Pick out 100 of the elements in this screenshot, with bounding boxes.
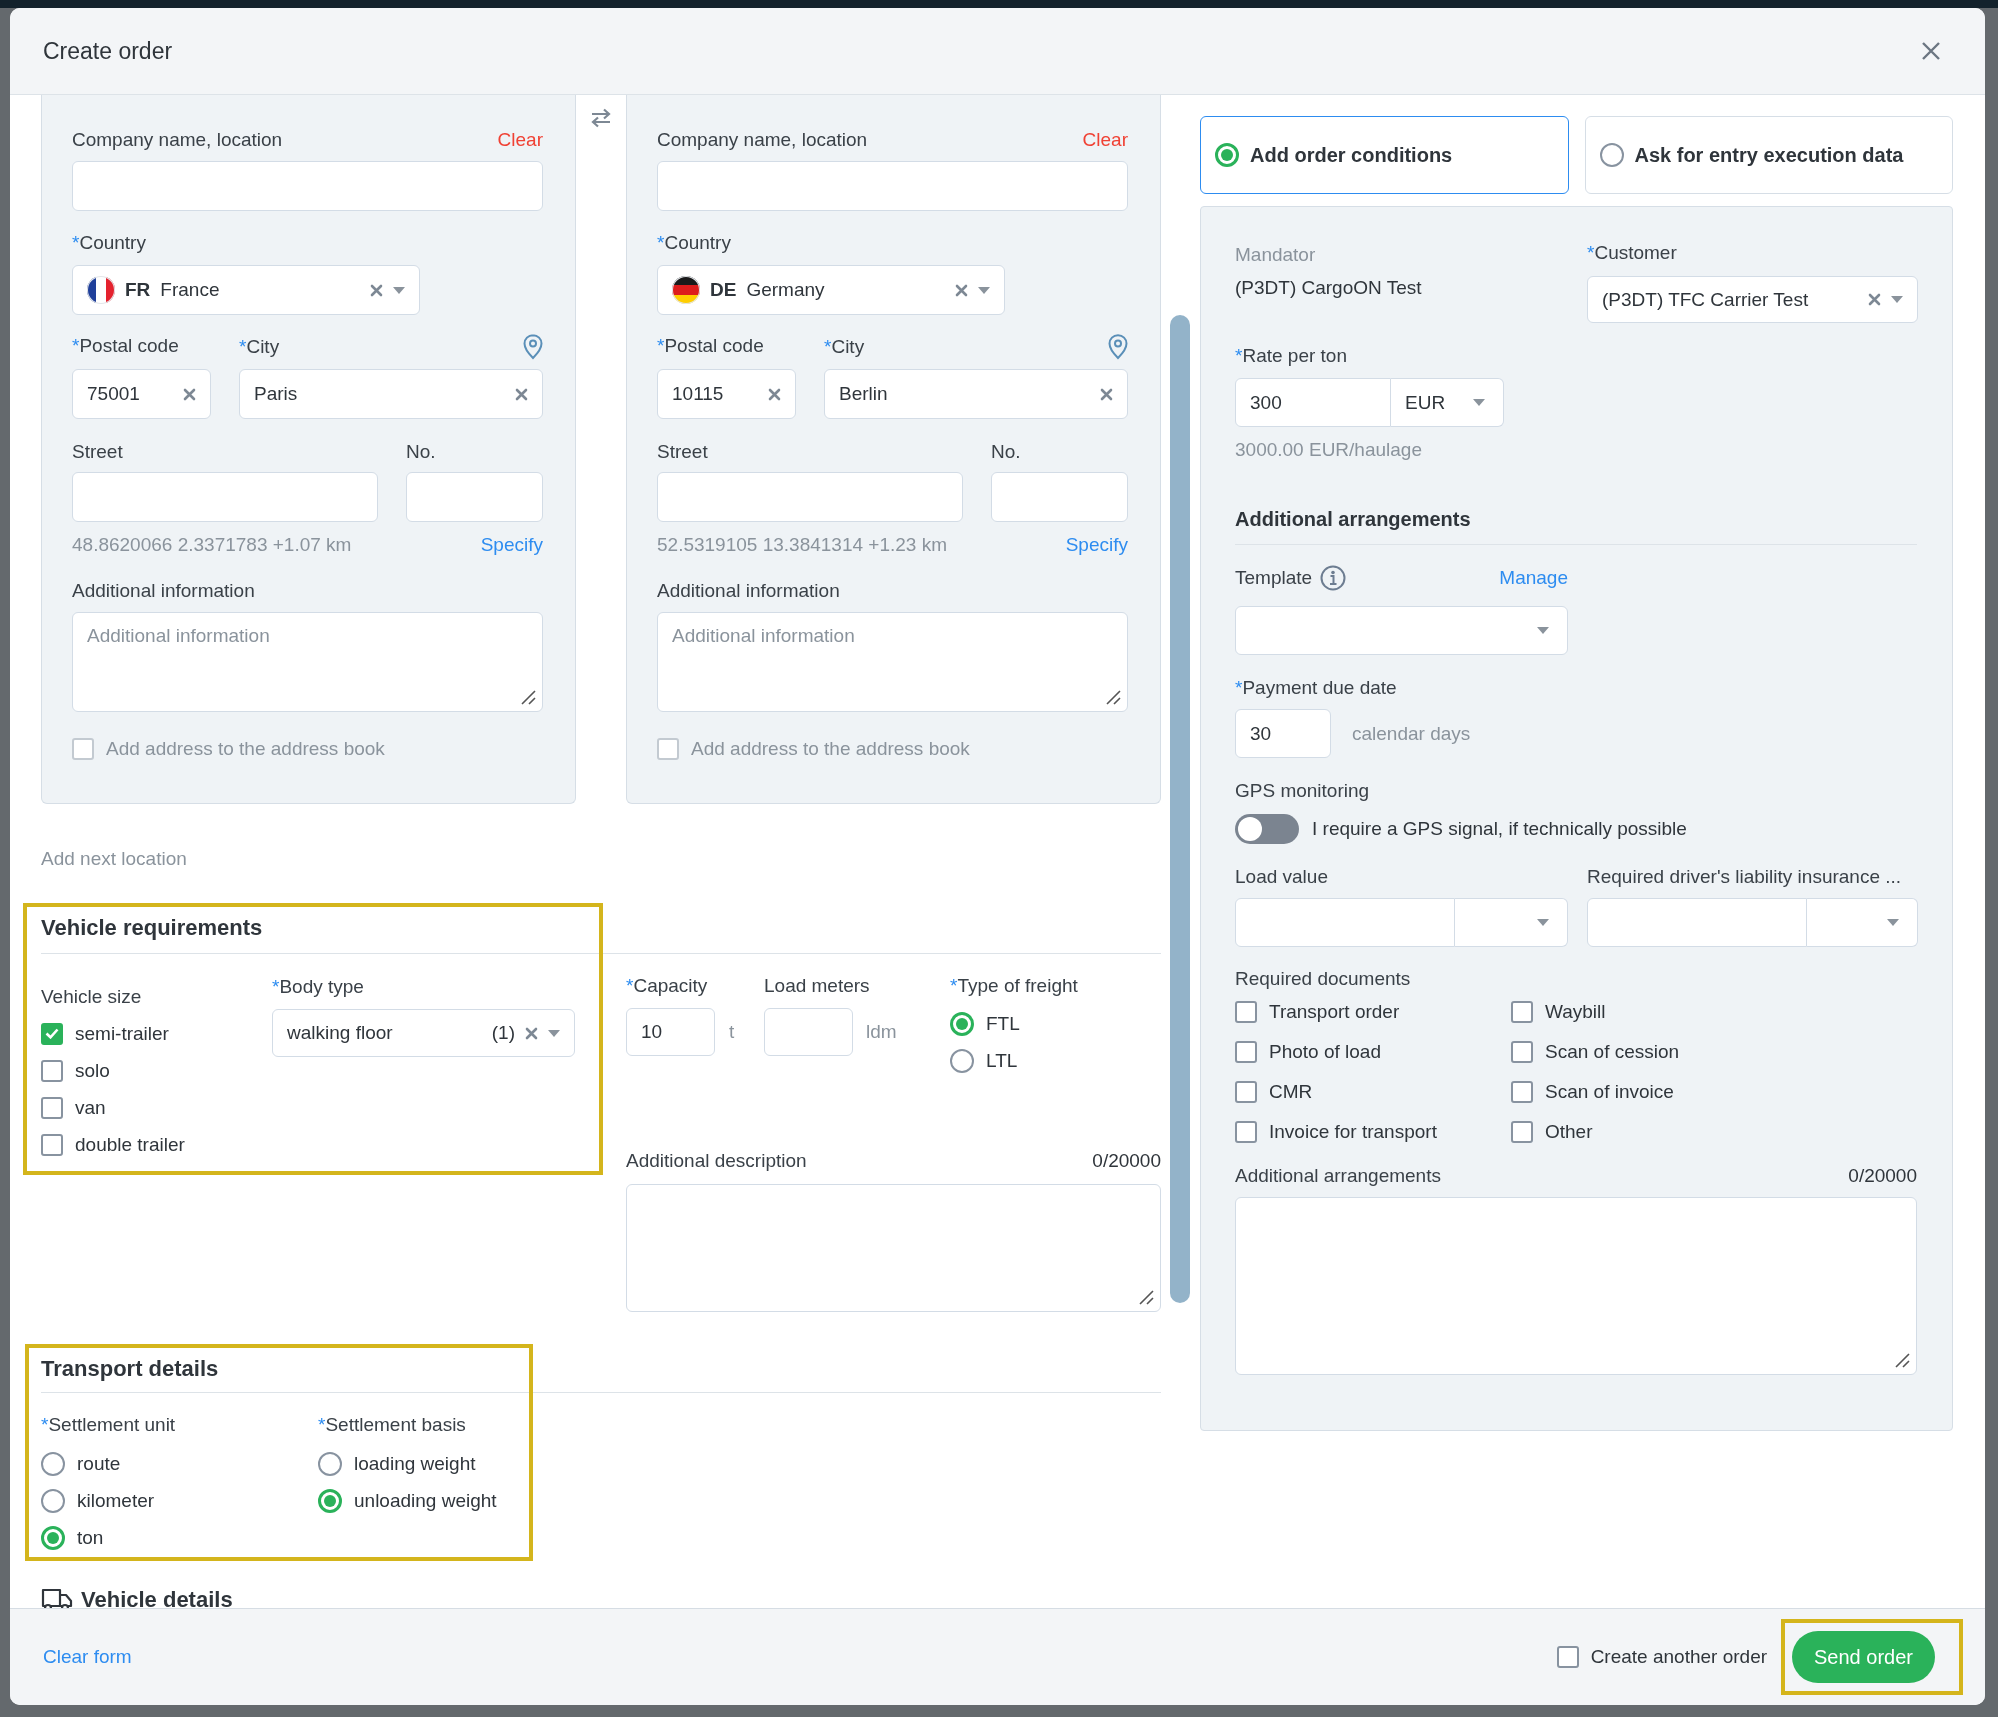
field-label: Company name, location: [657, 128, 868, 152]
capacity-field[interactable]: 10: [626, 1008, 715, 1056]
description-field[interactable]: [626, 1184, 1161, 1312]
company-field[interactable]: [72, 161, 543, 211]
field-label: Load value: [1235, 865, 1329, 889]
customer-select[interactable]: (P3DT) TFC Carrier Test: [1587, 276, 1918, 323]
checkbox[interactable]: [1511, 1001, 1533, 1023]
coordinates-text: 52.5319105 13.3841314 +1.23 km: [657, 534, 947, 556]
swap-icon[interactable]: [590, 108, 612, 128]
clear-icon[interactable]: [955, 283, 968, 297]
resize-grip-icon[interactable]: [520, 689, 536, 705]
payment-days-field[interactable]: 30: [1235, 709, 1331, 758]
load-value-field[interactable]: [1235, 898, 1455, 947]
currency-select[interactable]: EUR: [1391, 378, 1504, 427]
street-field[interactable]: [72, 472, 378, 522]
clear-icon[interactable]: [183, 387, 196, 401]
checkbox[interactable]: [1235, 1041, 1257, 1063]
radio-button[interactable]: [41, 1451, 65, 1476]
clear-icon[interactable]: [515, 387, 528, 401]
toggle-switch[interactable]: [1235, 814, 1299, 844]
field-label: *Body type: [272, 975, 364, 999]
tab[interactable]: Add order conditions: [1200, 116, 1569, 194]
radio-button[interactable]: [318, 1451, 342, 1476]
radio-label: loading weight: [354, 1452, 476, 1475]
radio-button[interactable]: [41, 1525, 65, 1550]
unit-label: ldm: [866, 1021, 897, 1043]
unit-label: t: [729, 1021, 735, 1043]
checkbox[interactable]: [1511, 1121, 1533, 1143]
section-title: Transport details: [41, 1355, 220, 1383]
scrollbar[interactable]: [1170, 315, 1190, 1303]
checkbox[interactable]: [1235, 1001, 1257, 1023]
coordinates-text: 48.8620066 2.3371783 +1.07 km: [72, 534, 352, 556]
body-type-select[interactable]: walking floor (1): [272, 1009, 575, 1057]
radio-button[interactable]: [950, 1011, 974, 1036]
mandator-value: (P3DT) CargoON Test: [1235, 276, 1423, 300]
clear-icon[interactable]: [1100, 387, 1113, 401]
radio-button[interactable]: [950, 1048, 974, 1073]
resize-grip-icon[interactable]: [1894, 1352, 1910, 1368]
country-select[interactable]: DE Germany: [657, 265, 1005, 315]
city-field[interactable]: Paris: [239, 369, 543, 419]
checkbox[interactable]: [1235, 1081, 1257, 1103]
unit-label: calendar days: [1352, 722, 1471, 745]
arrangements-field[interactable]: [1235, 1197, 1917, 1375]
postal-code-field[interactable]: 75001: [72, 369, 211, 419]
postal-code-field[interactable]: 10115: [657, 369, 796, 419]
character-counter: 0/20000: [1092, 1150, 1161, 1172]
number-field[interactable]: [406, 472, 543, 522]
rate-total-text: 3000.00 EUR/haulage: [1235, 439, 1422, 460]
checkbox[interactable]: [1556, 1646, 1579, 1668]
checkbox[interactable]: [1511, 1041, 1533, 1063]
number-field[interactable]: [991, 472, 1128, 522]
radio-label: ton: [77, 1526, 104, 1549]
field-label: Additional arrangements: [1235, 1164, 1441, 1188]
field-label: *Payment due date: [1235, 676, 1397, 700]
field-label: *Settlement unit: [41, 1413, 177, 1437]
field-label: *Postal code: [72, 334, 180, 358]
country-select[interactable]: FR France: [72, 265, 420, 315]
field-label: Street: [657, 440, 708, 464]
checkbox[interactable]: [41, 1022, 63, 1045]
radio-button[interactable]: [41, 1488, 65, 1513]
checkbox-label: Create another order: [1590, 1646, 1768, 1668]
checkbox[interactable]: [41, 1133, 63, 1156]
clear-icon[interactable]: [1868, 293, 1881, 306]
field-label: Template: [1235, 566, 1313, 590]
close-icon[interactable]: [1921, 41, 1941, 61]
map-pin-icon[interactable]: [523, 334, 543, 360]
insurance-field[interactable]: [1587, 898, 1807, 947]
clear-icon[interactable]: [525, 1026, 538, 1040]
clear-icon[interactable]: [370, 283, 383, 297]
checkbox[interactable]: [1511, 1081, 1533, 1103]
checkbox[interactable]: [41, 1096, 63, 1119]
street-field[interactable]: [657, 472, 963, 522]
checkbox-label: semi-trailer: [75, 1022, 169, 1045]
map-pin-icon[interactable]: [1108, 334, 1128, 360]
radio-label: LTL: [986, 1049, 1018, 1072]
section-title: Additional arrangements: [1235, 507, 1472, 531]
field-label: Additional information: [72, 579, 255, 603]
resize-grip-icon[interactable]: [1138, 1289, 1154, 1305]
company-field[interactable]: [657, 161, 1128, 211]
caret-icon: [1537, 919, 1549, 926]
load-meters-field[interactable]: [764, 1008, 853, 1056]
resize-grip-icon[interactable]: [1105, 689, 1121, 705]
checkbox-label: Transport order: [1269, 1001, 1400, 1023]
radio-label: FTL: [986, 1012, 1020, 1035]
tab[interactable]: Ask for entry execution data: [1584, 116, 1953, 194]
field-label: *Type of freight: [950, 974, 1078, 998]
radio-button[interactable]: [318, 1488, 342, 1513]
city-field[interactable]: Berlin: [824, 369, 1128, 419]
rate-field[interactable]: 300: [1235, 378, 1391, 427]
clear-icon[interactable]: [768, 387, 781, 401]
checkbox[interactable]: [41, 1059, 63, 1082]
caret-icon: [1891, 296, 1903, 303]
checkbox-label: Scan of cession: [1545, 1041, 1680, 1063]
caret-icon: [1473, 399, 1485, 406]
dialog-title: Create order: [43, 37, 173, 65]
character-counter: 0/20000: [1848, 1165, 1917, 1187]
checkbox[interactable]: [1235, 1121, 1257, 1143]
field-label: Required documents: [1235, 967, 1411, 991]
checkbox-label: CMR: [1269, 1081, 1313, 1103]
info-icon[interactable]: [1320, 565, 1347, 591]
